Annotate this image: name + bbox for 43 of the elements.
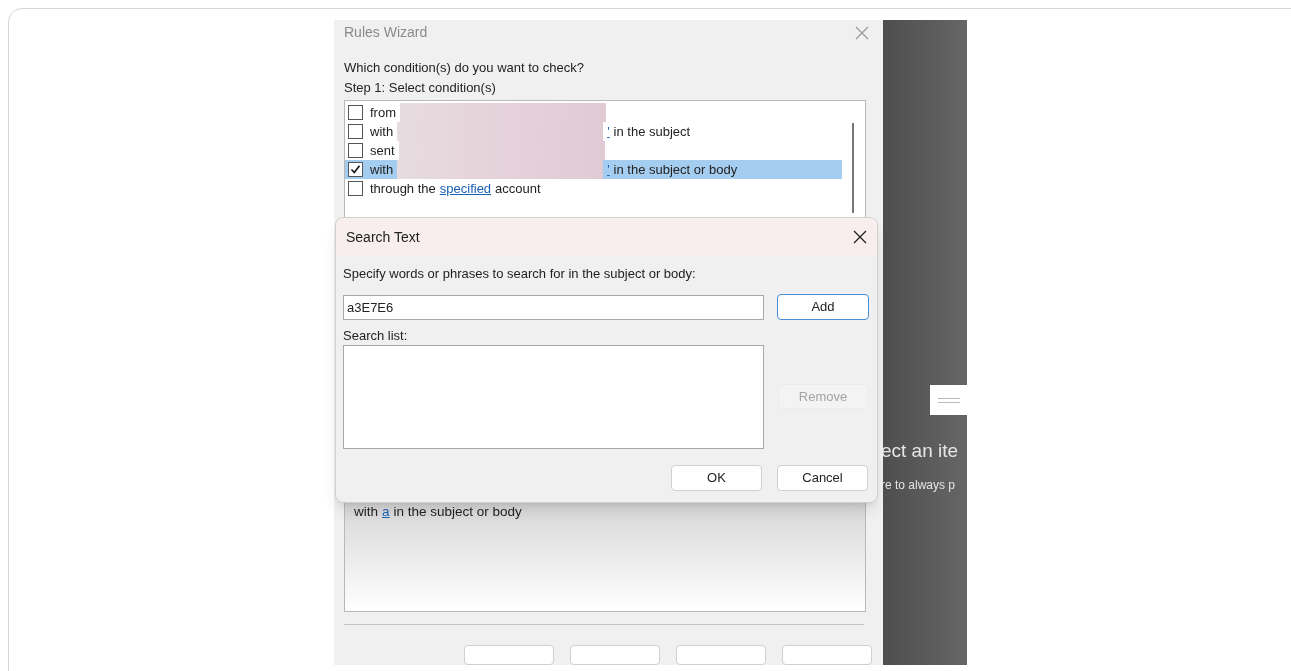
condition-text: in the subject or body <box>613 160 738 179</box>
search-list-box[interactable] <box>343 345 764 449</box>
condition-link[interactable]: ' <box>607 159 610 180</box>
remove-button: Remove <box>778 384 868 409</box>
checkbox[interactable] <box>348 181 363 196</box>
close-icon[interactable] <box>853 230 867 244</box>
cancel-button[interactable]: Cancel <box>777 465 868 491</box>
search-list-label: Search list: <box>343 327 409 345</box>
condition-row[interactable]: from <box>345 103 842 122</box>
condition-text: sent <box>370 141 395 160</box>
condition-text: through the <box>370 179 436 198</box>
condition-row[interactable]: sent <box>345 141 842 160</box>
condition-row[interactable]: through the specified account <box>345 179 842 198</box>
condition-row[interactable]: with ' in the subject or body <box>345 160 842 179</box>
placeholder-graphic <box>930 385 967 415</box>
wizard-button[interactable] <box>782 645 872 665</box>
condition-text: with <box>370 160 394 179</box>
checkbox[interactable] <box>348 162 363 177</box>
condition-text: from <box>370 103 396 122</box>
condition-link[interactable]: ' <box>607 121 610 142</box>
wizard-button[interactable] <box>464 645 554 665</box>
ok-button[interactable]: OK <box>671 465 762 491</box>
wizard-button[interactable] <box>570 645 660 665</box>
scrollbar[interactable] <box>852 123 854 213</box>
condition-row[interactable]: with ' in the subject <box>345 122 842 141</box>
dialog-title: Search Text <box>346 227 420 247</box>
prompt-text: Specify words or phrases to search for in the subject or body: <box>343 265 697 283</box>
condition-text: with <box>370 122 394 141</box>
condition-text: in the subject <box>613 122 691 141</box>
condition-link[interactable]: a <box>382 502 390 523</box>
search-input-field[interactable]: a3E7E6 <box>343 294 764 320</box>
checkbox[interactable] <box>348 143 363 158</box>
condition-text: in the subject or body <box>393 503 522 521</box>
condition-text: account <box>495 179 541 198</box>
condition-link[interactable]: specified <box>439 178 492 199</box>
step-label: Step 1: Select condition(s) <box>344 79 497 97</box>
checkbox[interactable] <box>348 124 363 139</box>
add-button[interactable]: Add <box>777 294 869 320</box>
condition-text: with <box>354 503 378 521</box>
wizard-button[interactable] <box>676 645 766 665</box>
question-text: Which condition(s) do you want to check? <box>344 59 585 77</box>
window-title: Rules Wizard <box>344 23 428 42</box>
checkbox[interactable] <box>348 105 363 120</box>
